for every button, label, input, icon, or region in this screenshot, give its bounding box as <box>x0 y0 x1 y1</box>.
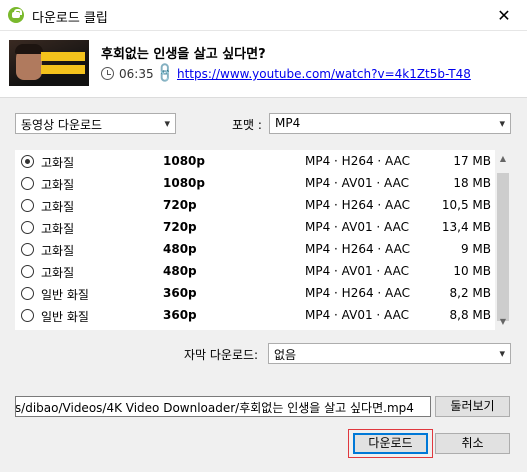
cancel-button[interactable]: 취소 <box>435 433 510 454</box>
size-label: 13,4 MB <box>441 220 491 234</box>
radio-button[interactable] <box>21 265 34 278</box>
scroll-up-icon[interactable]: ▲ <box>495 150 511 167</box>
format-label: 포맷 : <box>232 118 262 132</box>
save-path-input[interactable]: rs/dibao/Videos/4K Video Downloader/후회없는… <box>15 396 431 417</box>
size-label: 18 MB <box>453 176 491 190</box>
quality-option[interactable]: 고화질 1080p MP4 · AV01 · AAC 18 MB <box>15 173 495 195</box>
resolution-label: 360p <box>163 286 197 300</box>
radio-button[interactable] <box>21 177 34 190</box>
codec-label: MP4 · AV01 · AAC <box>305 220 409 234</box>
size-label: 8,2 MB <box>449 286 491 300</box>
codec-label: MP4 · AV01 · AAC <box>305 176 409 190</box>
quality-label: 고화질 <box>41 244 75 258</box>
save-path-value: rs/dibao/Videos/4K Video Downloader/후회없는… <box>15 401 414 415</box>
window-title: 다운로드 클립 <box>32 11 108 26</box>
subtitle-value: 없음 <box>274 348 297 362</box>
resolution-label: 480p <box>163 264 197 278</box>
codec-label: MP4 · AV01 · AAC <box>305 308 409 322</box>
codec-label: MP4 · H264 · AAC <box>305 154 410 168</box>
quality-label: 일반 화질 <box>41 288 89 302</box>
size-label: 17 MB <box>453 154 491 168</box>
quality-option[interactable]: 고화질 720p MP4 · H264 · AAC 10,5 MB <box>15 195 495 217</box>
resolution-label: 720p <box>163 198 197 212</box>
size-label: 10,5 MB <box>441 198 491 212</box>
resolution-label: 720p <box>163 220 197 234</box>
quality-label: 고화질 <box>41 178 75 192</box>
subtitle-label: 자막 다운로드: <box>184 348 259 362</box>
quality-list: 고화질 1080p MP4 · H264 · AAC 17 MB 고화질 108… <box>15 150 511 330</box>
quality-list-scrollbar[interactable]: ▲ ▼ <box>495 150 511 330</box>
app-icon <box>8 7 24 23</box>
codec-label: MP4 · H264 · AAC <box>305 242 410 256</box>
video-thumbnail <box>9 40 89 86</box>
radio-button[interactable] <box>21 243 34 256</box>
video-duration: 06:35 <box>119 67 154 81</box>
download-type-value: 동영상 다운로드 <box>21 118 103 132</box>
scroll-down-icon[interactable]: ▼ <box>495 313 511 330</box>
resolution-label: 1080p <box>163 176 205 190</box>
codec-label: MP4 · H264 · AAC <box>305 198 410 212</box>
codec-label: MP4 · AV01 · AAC <box>305 264 409 278</box>
quality-option[interactable]: 일반 화질 360p MP4 · H264 · AAC 8,2 MB <box>15 283 495 305</box>
chevron-down-icon: ▾ <box>164 117 170 130</box>
resolution-label: 1080p <box>163 154 205 168</box>
quality-label: 고화질 <box>41 200 75 214</box>
quality-label: 일반 화질 <box>41 310 89 324</box>
video-title: 후회없는 인생을 살고 싶다면? <box>101 47 266 62</box>
size-label: 9 MB <box>460 242 491 256</box>
clock-icon <box>101 67 114 80</box>
close-icon[interactable]: ✕ <box>481 0 527 31</box>
download-type-select[interactable]: 동영상 다운로드 ▾ <box>15 113 176 134</box>
options-panel: 동영상 다운로드 ▾ 포맷 : MP4 ▾ 고화질 1080p MP4 · H2… <box>0 97 527 472</box>
quality-label: 고화질 <box>41 156 75 170</box>
codec-label: MP4 · H264 · AAC <box>305 286 410 300</box>
video-url-link[interactable]: https://www.youtube.com/watch?v=4k1Zt5b-… <box>177 67 471 81</box>
link-icon: 🔗 <box>153 61 178 85</box>
size-label: 8,8 MB <box>449 308 491 322</box>
subtitle-select[interactable]: 없음 ▾ <box>268 343 511 364</box>
radio-button[interactable] <box>21 221 34 234</box>
download-button[interactable]: 다운로드 <box>353 433 428 454</box>
radio-button[interactable] <box>21 287 34 300</box>
quality-label: 고화질 <box>41 222 75 236</box>
format-select[interactable]: MP4 ▾ <box>269 113 511 134</box>
resolution-label: 480p <box>163 242 197 256</box>
browse-button[interactable]: 둘러보기 <box>435 396 510 417</box>
radio-button[interactable] <box>21 199 34 212</box>
quality-option[interactable]: 고화질 480p MP4 · H264 · AAC 9 MB <box>15 239 495 261</box>
quality-option[interactable]: 일반 화질 360p MP4 · AV01 · AAC 8,8 MB <box>15 305 495 327</box>
quality-option[interactable]: 고화질 1080p MP4 · H264 · AAC 17 MB <box>15 151 495 173</box>
quality-option[interactable]: 고화질 720p MP4 · AV01 · AAC 13,4 MB <box>15 217 495 239</box>
scroll-thumb[interactable] <box>497 173 509 321</box>
format-value: MP4 <box>275 116 301 130</box>
title-bar: 다운로드 클립 ✕ <box>0 0 527 31</box>
size-label: 10 MB <box>453 264 491 278</box>
chevron-down-icon: ▾ <box>499 117 505 130</box>
quality-label: 고화질 <box>41 266 75 280</box>
video-header: 후회없는 인생을 살고 싶다면? 06:35 🔗 https://www.you… <box>0 32 527 96</box>
radio-button[interactable] <box>21 309 34 322</box>
quality-option[interactable]: 고화질 480p MP4 · AV01 · AAC 10 MB <box>15 261 495 283</box>
resolution-label: 360p <box>163 308 197 322</box>
radio-button[interactable] <box>21 155 34 168</box>
chevron-down-icon: ▾ <box>499 347 505 360</box>
